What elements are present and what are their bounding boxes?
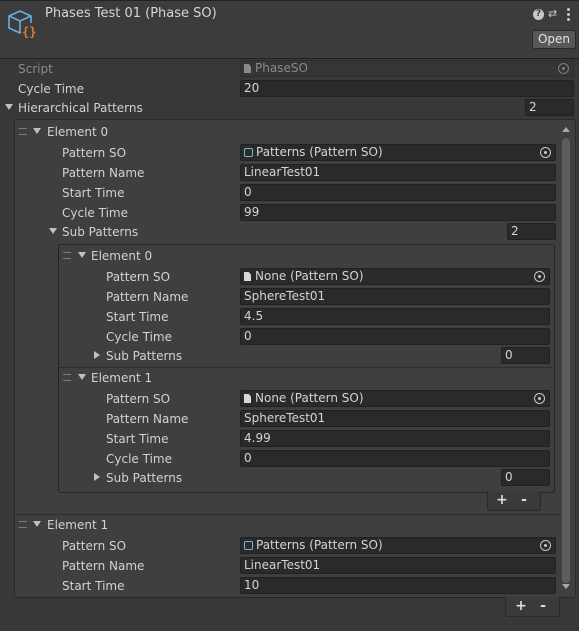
hierarchical-patterns-foldout-icon[interactable] bbox=[5, 104, 13, 110]
object-picker-icon[interactable] bbox=[534, 393, 545, 404]
sub-element-0-cycle-time-field[interactable]: 0 bbox=[240, 328, 550, 345]
sub-element-1-cycle-time-field[interactable]: 0 bbox=[240, 450, 550, 467]
help-icon[interactable]: ? bbox=[533, 9, 544, 20]
sub-element-1-row-highlight bbox=[59, 367, 553, 368]
sub-element-1-cycle-time-label: Cycle Time bbox=[106, 452, 172, 466]
element-0-pattern-so-field[interactable]: Patterns (Pattern SO) bbox=[240, 144, 556, 161]
preset-icon[interactable]: ⇄ bbox=[548, 7, 557, 20]
sub-element-1-pattern-so-label: Pattern SO bbox=[106, 392, 171, 406]
drag-handle-icon[interactable] bbox=[19, 128, 27, 135]
hierarchical-patterns-label[interactable]: Hierarchical Patterns bbox=[18, 101, 143, 115]
element-1-title[interactable]: Element 1 bbox=[47, 518, 108, 532]
element-0-foldout-icon[interactable] bbox=[33, 128, 41, 134]
sub-element-0-start-time-field[interactable]: 4.5 bbox=[240, 308, 550, 325]
scriptable-object-small-icon bbox=[244, 148, 253, 157]
sub-element-1-start-time-label: Start Time bbox=[106, 432, 169, 446]
element-0-title[interactable]: Element 0 bbox=[47, 125, 108, 139]
sub-element-0-sub-patterns-size-field[interactable]: 0 bbox=[501, 347, 550, 364]
element-0-sub-patterns-size-field[interactable]: 2 bbox=[507, 223, 556, 240]
scroll-down-arrow-icon[interactable] bbox=[562, 584, 570, 589]
scroll-up-arrow-icon[interactable] bbox=[562, 127, 570, 132]
add-pattern-button[interactable]: + bbox=[511, 597, 531, 615]
kebab-menu-icon[interactable] bbox=[567, 8, 570, 21]
sub-element-0-pattern-so-label: Pattern SO bbox=[106, 270, 171, 284]
element-1-start-time-label: Start Time bbox=[62, 579, 125, 593]
object-picker-icon[interactable] bbox=[540, 540, 551, 551]
sub-element-0-pattern-so-field[interactable]: None (Pattern SO) bbox=[240, 268, 550, 285]
object-picker-icon[interactable] bbox=[534, 271, 545, 282]
scriptable-object-icon: {} bbox=[7, 9, 37, 39]
sub-element-1-start-time-field[interactable]: 4.99 bbox=[240, 430, 550, 447]
sub-element-1-sub-patterns-size-field[interactable]: 0 bbox=[501, 469, 550, 486]
open-button[interactable]: Open bbox=[532, 30, 576, 49]
element-0-pattern-so-label: Pattern SO bbox=[62, 146, 127, 160]
element-0-pattern-name-label: Pattern Name bbox=[62, 166, 145, 180]
script-label: Script bbox=[18, 62, 53, 76]
sub-element-0-start-time-label: Start Time bbox=[106, 310, 169, 324]
element-0-start-time-field[interactable]: 0 bbox=[240, 184, 556, 201]
element-0-start-time-label: Start Time bbox=[62, 186, 125, 200]
element-0-pattern-name-field[interactable]: LinearTest01 bbox=[240, 164, 556, 181]
cycle-time-label: Cycle Time bbox=[18, 82, 84, 96]
list-scrollbar-thumb[interactable] bbox=[562, 138, 570, 583]
element-1-pattern-so-label: Pattern SO bbox=[62, 539, 127, 553]
object-picker-icon[interactable] bbox=[540, 147, 551, 158]
element-1-pattern-name-label: Pattern Name bbox=[62, 559, 145, 573]
element-1-start-time-field[interactable]: 10 bbox=[240, 577, 556, 594]
sub-patterns-foldout-icon[interactable] bbox=[94, 351, 100, 359]
drag-handle-icon[interactable] bbox=[63, 374, 71, 381]
sub-patterns-foldout-icon[interactable] bbox=[49, 228, 57, 234]
asset-title: Phases Test 01 (Phase SO) bbox=[45, 6, 217, 21]
sub-element-0-title[interactable]: Element 0 bbox=[91, 249, 152, 263]
drag-handle-icon[interactable] bbox=[63, 252, 71, 259]
element-0-sub-patterns-label[interactable]: Sub Patterns bbox=[62, 225, 138, 239]
element-0-pattern-so-value: Patterns (Pattern SO) bbox=[256, 145, 383, 159]
sub-element-1-foldout-icon[interactable] bbox=[78, 374, 86, 380]
element-1-row-highlight bbox=[15, 514, 560, 515]
scriptable-object-small-icon bbox=[244, 541, 253, 550]
element-0-cycle-time-field[interactable]: 99 bbox=[240, 204, 556, 221]
add-sub-pattern-button[interactable]: + bbox=[492, 491, 512, 509]
object-picker-icon bbox=[558, 63, 569, 74]
hierarchical-patterns-size-field[interactable]: 2 bbox=[525, 99, 574, 116]
document-icon bbox=[244, 394, 251, 403]
cycle-time-field[interactable]: 20 bbox=[240, 80, 574, 97]
sub-element-0-pattern-so-value: None (Pattern SO) bbox=[255, 269, 364, 283]
sub-element-1-sub-patterns-label[interactable]: Sub Patterns bbox=[106, 471, 182, 485]
element-1-foldout-icon[interactable] bbox=[33, 521, 41, 527]
sub-element-0-sub-patterns-label[interactable]: Sub Patterns bbox=[106, 349, 182, 363]
sub-element-0-pattern-name-label: Pattern Name bbox=[106, 290, 189, 304]
script-file-icon bbox=[244, 64, 251, 73]
sub-patterns-footer: + - bbox=[487, 491, 541, 511]
script-field: PhaseSO bbox=[240, 60, 574, 77]
remove-sub-pattern-button[interactable]: - bbox=[514, 491, 534, 509]
top-divider bbox=[0, 0, 579, 1]
element-1-pattern-so-field[interactable]: Patterns (Pattern SO) bbox=[240, 537, 556, 554]
element-0-cycle-time-label: Cycle Time bbox=[62, 206, 128, 220]
sub-element-0-foldout-icon[interactable] bbox=[78, 252, 86, 258]
drag-handle-icon[interactable] bbox=[19, 521, 27, 528]
document-icon bbox=[244, 272, 251, 281]
sub-element-1-pattern-so-value: None (Pattern SO) bbox=[255, 391, 364, 405]
hierarchical-patterns-footer: + - bbox=[505, 597, 560, 617]
sub-element-0-pattern-name-field[interactable]: SphereTest01 bbox=[240, 288, 550, 305]
sub-element-1-title[interactable]: Element 1 bbox=[91, 371, 152, 385]
element-1-pattern-so-value: Patterns (Pattern SO) bbox=[256, 538, 383, 552]
sub-element-1-pattern-so-field[interactable]: None (Pattern SO) bbox=[240, 390, 550, 407]
remove-pattern-button[interactable]: - bbox=[533, 597, 553, 615]
sub-patterns-foldout-icon[interactable] bbox=[94, 473, 100, 481]
element-1-pattern-name-field[interactable]: LinearTest01 bbox=[240, 557, 556, 574]
svg-text:{}: {} bbox=[22, 25, 36, 39]
script-value: PhaseSO bbox=[255, 61, 308, 75]
sub-element-0-cycle-time-label: Cycle Time bbox=[106, 330, 172, 344]
sub-element-1-pattern-name-field[interactable]: SphereTest01 bbox=[240, 410, 550, 427]
sub-element-1-pattern-name-label: Pattern Name bbox=[106, 412, 189, 426]
